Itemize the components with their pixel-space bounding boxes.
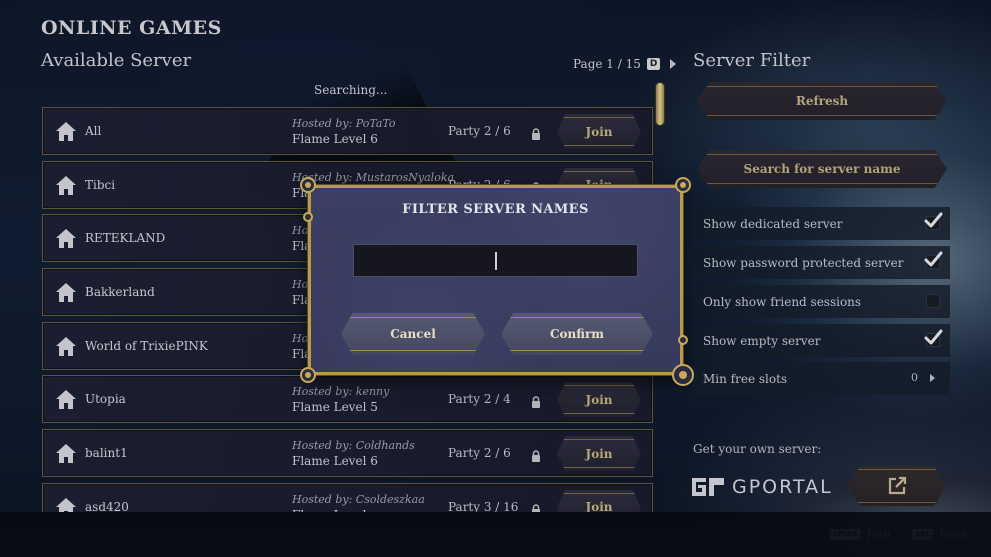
cancel-button[interactable]: Cancel	[341, 313, 485, 355]
server-name: RETEKLAND	[85, 231, 166, 246]
server-name: asd420	[85, 499, 129, 512]
lock-icon	[531, 501, 541, 512]
server-row[interactable]: balint1 Hosted by: Coldhands Flame Level 6…	[42, 429, 653, 478]
server-host: Hosted by: MustarosNyaloka	[292, 170, 455, 184]
join-button[interactable]: Join	[557, 436, 641, 472]
server-name: All	[85, 124, 102, 138]
flame-level: Flame Level 6	[292, 132, 378, 146]
lock-icon	[531, 393, 541, 409]
server-name-input[interactable]	[353, 244, 638, 277]
search-status: Searching...	[314, 83, 388, 97]
next-page-arrow-icon[interactable]	[670, 59, 677, 69]
filter-option[interactable]: Show password protected server	[693, 246, 950, 279]
page-indicator: Page 1 / 15	[573, 57, 641, 71]
server-name: Utopia	[85, 392, 126, 407]
party-count: Party 2 / 6	[448, 124, 511, 138]
checkmark-icon	[923, 251, 943, 269]
bottom-shade	[0, 512, 991, 557]
server-host: Hosted by: Csoldeszkaa	[292, 492, 425, 506]
ornament-corner	[300, 367, 316, 383]
scrollbar-thumb[interactable]	[655, 82, 665, 126]
server-row[interactable]: Utopia Hosted by: kenny Flame Level 5 Party…	[42, 375, 653, 424]
open-gportal-button[interactable]	[848, 466, 946, 506]
lock-icon	[531, 447, 541, 463]
external-link-icon	[888, 476, 907, 495]
home-icon	[56, 122, 76, 141]
server-name: World of TrixiePINK	[85, 338, 208, 353]
flame-level: Flame Level 6	[292, 454, 378, 469]
section-title: Available Server	[41, 50, 192, 71]
party-count: Party 3 / 16	[448, 499, 519, 512]
filter-option[interactable]: Show dedicated server	[693, 207, 950, 240]
ornament-corner	[672, 364, 694, 386]
min-free-slots-label: Min free slots	[703, 371, 788, 386]
server-host: Hosted by: Coldhands	[292, 439, 415, 453]
search-server-name-button[interactable]: Search for server name	[697, 150, 947, 188]
server-row[interactable]: All Hosted by: PoTaTo Flame Level 6 Party 2…	[42, 107, 653, 155]
home-icon	[56, 336, 76, 356]
gportal-promo-label: Get your own server:	[693, 442, 822, 456]
lock-icon	[531, 125, 541, 140]
home-icon	[56, 229, 76, 249]
filter-option[interactable]: Show empty server	[693, 324, 950, 357]
min-free-slots-selector[interactable]: Min free slots 0	[693, 362, 950, 395]
ornament-knob	[678, 335, 688, 345]
party-count: Party 2 / 4	[448, 392, 511, 407]
filter-option-label: Show password protected server	[703, 255, 904, 270]
server-host: Hosted by: kenny	[292, 385, 390, 399]
gportal-logo-icon	[692, 478, 724, 496]
home-icon	[56, 283, 76, 303]
server-row[interactable]: asd420Hosted by: CsoldeszkaaFlame LevelP…	[42, 482, 653, 512]
refresh-button[interactable]: Refresh	[697, 82, 947, 120]
pager: Page 1 / 15 D	[573, 57, 677, 71]
home-icon	[56, 390, 76, 410]
join-button[interactable]: Join	[557, 489, 641, 512]
filter-checkbox[interactable]	[926, 294, 940, 308]
ornament-corner	[675, 177, 691, 193]
dialog-title: FILTER SERVER NAMES	[402, 202, 589, 217]
chevron-right-icon[interactable]	[930, 374, 935, 382]
join-button[interactable]: Join	[557, 382, 641, 418]
gportal-brand-text: GPORTAL	[732, 476, 833, 498]
filter-option-label: Only show friend sessions	[703, 294, 862, 309]
filter-option-label: Show dedicated server	[703, 216, 843, 231]
ornament-corner	[300, 177, 316, 193]
checkmark-icon	[923, 212, 943, 230]
page-title: ONLINE GAMES	[41, 17, 222, 39]
filter-option[interactable]: Only show friend sessions	[693, 285, 950, 318]
server-name: Bakkerland	[85, 285, 155, 300]
server-name: balint1	[85, 446, 128, 461]
home-icon	[56, 175, 76, 195]
confirm-button[interactable]: Confirm	[501, 313, 653, 355]
server-host: Hosted by: PoTaTo	[292, 117, 396, 130]
flame-level: Flame Level 5	[292, 400, 378, 415]
filter-option-label: Show empty server	[703, 333, 821, 348]
home-icon	[56, 497, 76, 512]
home-icon	[56, 444, 76, 464]
checkmark-icon	[923, 329, 943, 347]
server-name: Tibci	[85, 177, 116, 192]
min-free-slots-value: 0	[911, 371, 918, 384]
join-button[interactable]: Join	[557, 114, 641, 149]
next-page-key-badge: D	[646, 58, 661, 70]
filter-server-names-dialog: FILTER SERVER NAMES Cancel Confirm	[300, 177, 694, 386]
filter-title: Server Filter	[693, 50, 811, 71]
gportal-logo: GPORTAL	[692, 476, 833, 498]
party-count: Party 2 / 6	[448, 446, 511, 461]
